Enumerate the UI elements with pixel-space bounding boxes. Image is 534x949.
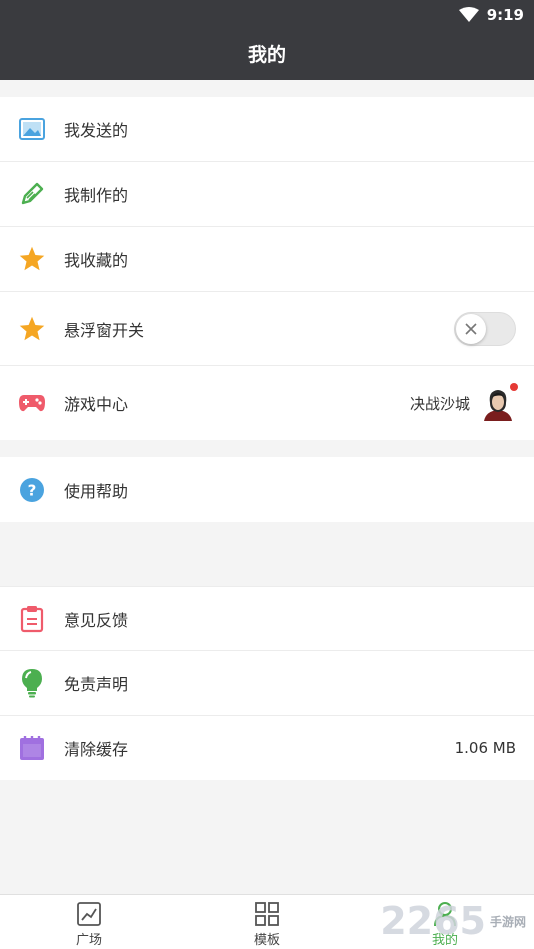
menu-item-game-center[interactable]: 游戏中心 决战沙城 bbox=[0, 366, 534, 440]
menu-item-label: 我收藏的 bbox=[64, 251, 129, 270]
settings-group-1: 我发送的 我制作的 我收藏的 悬浮窗开关 游戏中心 决战沙城 bbox=[0, 97, 534, 440]
menu-item-label: 游戏中心 bbox=[64, 395, 129, 414]
clipboard-icon bbox=[18, 605, 46, 633]
menu-item-label: 使用帮助 bbox=[64, 481, 129, 501]
tab-label: 模板 bbox=[253, 933, 280, 948]
menu-item-label: 我发送的 bbox=[64, 121, 129, 140]
lightbulb-icon bbox=[18, 669, 46, 698]
menu-item-feedback[interactable]: 意见反馈 bbox=[0, 586, 534, 651]
menu-item-favorites[interactable]: 我收藏的 bbox=[0, 227, 534, 292]
menu-item-label: 免责声明 bbox=[64, 675, 129, 694]
settings-group-2: ? 使用帮助 bbox=[0, 457, 534, 522]
menu-item-disclaimer[interactable]: 免责声明 bbox=[0, 651, 534, 716]
toggle-knob bbox=[456, 313, 486, 344]
grid-icon bbox=[255, 902, 279, 926]
svg-text:?: ? bbox=[28, 481, 37, 499]
menu-item-label: 意见反馈 bbox=[64, 610, 129, 630]
floating-window-toggle[interactable] bbox=[454, 311, 516, 346]
image-icon bbox=[18, 115, 46, 143]
wifi-icon bbox=[458, 7, 479, 22]
tab-templates[interactable]: 模板 bbox=[178, 895, 356, 949]
menu-item-made[interactable]: 我制作的 bbox=[0, 162, 534, 227]
menu-item-label: 清除缓存 bbox=[64, 740, 129, 759]
star-icon bbox=[18, 315, 46, 343]
menu-item-help[interactable]: ? 使用帮助 bbox=[0, 457, 534, 522]
menu-item-floating-window: 悬浮窗开关 bbox=[0, 292, 534, 366]
cache-size: 1.06 MB bbox=[454, 739, 516, 757]
watermark-number: 2265 bbox=[380, 899, 486, 943]
menu-item-label: 悬浮窗开关 bbox=[64, 320, 145, 340]
menu-item-label: 我制作的 bbox=[64, 186, 129, 205]
pencil-icon bbox=[18, 180, 46, 208]
page-title: 我的 bbox=[247, 44, 286, 66]
tab-label: 广场 bbox=[75, 933, 102, 948]
chart-image-icon bbox=[77, 902, 101, 926]
star-icon bbox=[18, 245, 46, 273]
watermark-text: 手游网 bbox=[489, 914, 526, 929]
menu-item-sent[interactable]: 我发送的 bbox=[0, 97, 534, 162]
site-watermark: 2265 手游网 bbox=[380, 896, 526, 946]
tab-square[interactable]: 广场 bbox=[0, 895, 178, 949]
settings-group-3: 意见反馈 免责声明 清除缓存 1.06 MB bbox=[0, 586, 534, 780]
status-bar: 9:19 bbox=[458, 6, 524, 24]
notification-dot bbox=[510, 383, 518, 391]
game-avatar bbox=[480, 383, 518, 421]
help-icon: ? bbox=[18, 476, 46, 504]
calendar-icon bbox=[18, 734, 46, 762]
app-header: 9:19 我的 bbox=[0, 0, 534, 80]
menu-item-clear-cache[interactable]: 清除缓存 1.06 MB bbox=[0, 716, 534, 780]
game-name: 决战沙城 bbox=[409, 394, 470, 413]
status-time: 9:19 bbox=[486, 6, 524, 24]
gamepad-icon bbox=[18, 389, 46, 417]
close-icon bbox=[465, 322, 477, 335]
